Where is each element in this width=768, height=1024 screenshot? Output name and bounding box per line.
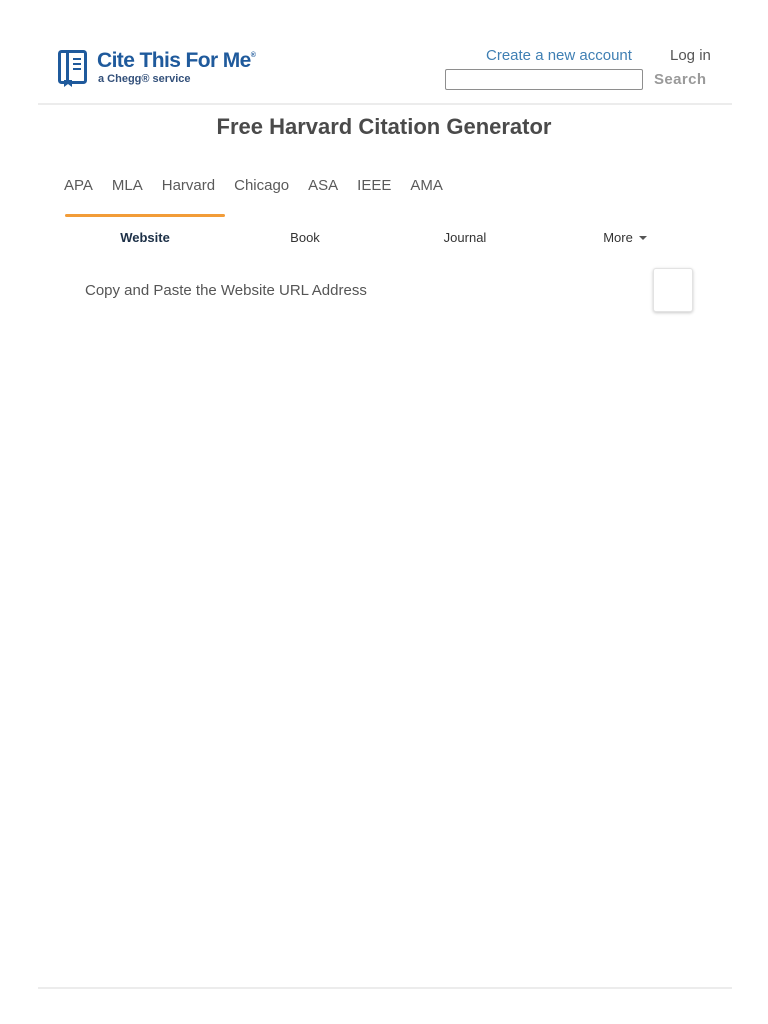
source-type-tabs: Website Book Journal More xyxy=(65,214,705,254)
style-tab-apa[interactable]: APA xyxy=(64,177,93,197)
search-button[interactable]: Search xyxy=(650,69,710,89)
style-tab-mla[interactable]: MLA xyxy=(112,177,143,197)
website-url-input[interactable] xyxy=(65,268,667,312)
login-link[interactable]: Log in xyxy=(670,47,711,64)
cite-submit-button[interactable] xyxy=(653,268,693,312)
source-tab-website[interactable]: Website xyxy=(65,214,225,254)
book-bookmark-icon xyxy=(58,50,87,87)
source-tab-label: Journal xyxy=(443,230,487,245)
footer-divider xyxy=(38,987,732,989)
source-tab-label: More xyxy=(603,230,633,245)
style-tab-harvard[interactable]: Harvard xyxy=(162,177,215,197)
site-logo[interactable]: Cite This For Me® a Chegg® service xyxy=(58,49,268,90)
page: Cite This For Me® a Chegg® service Creat… xyxy=(0,0,768,1024)
url-search-form xyxy=(65,268,705,314)
source-tab-label: Website xyxy=(120,230,170,245)
source-tab-more[interactable]: More xyxy=(545,214,705,254)
citation-style-tabs: APA MLA Harvard Chicago ASA IEEE AMA xyxy=(64,177,462,197)
style-tab-ama[interactable]: AMA xyxy=(410,177,443,197)
source-tab-book[interactable]: Book xyxy=(225,214,385,254)
create-account-link[interactable]: Create a new account xyxy=(486,47,632,64)
logo-title: Cite This For Me® xyxy=(97,49,256,72)
page-title: Free Harvard Citation Generator xyxy=(216,114,552,139)
logo-subtitle: a Chegg® service xyxy=(98,73,191,85)
style-tab-asa[interactable]: ASA xyxy=(308,177,338,197)
search-input[interactable] xyxy=(445,69,643,90)
style-tab-ieee[interactable]: IEEE xyxy=(357,177,391,197)
site-header: Cite This For Me® a Chegg® service Creat… xyxy=(38,0,732,105)
source-tab-journal[interactable]: Journal xyxy=(385,214,545,254)
source-tab-label: Book xyxy=(290,230,320,245)
caret-down-icon xyxy=(638,235,647,240)
style-tab-chicago[interactable]: Chicago xyxy=(234,177,289,197)
